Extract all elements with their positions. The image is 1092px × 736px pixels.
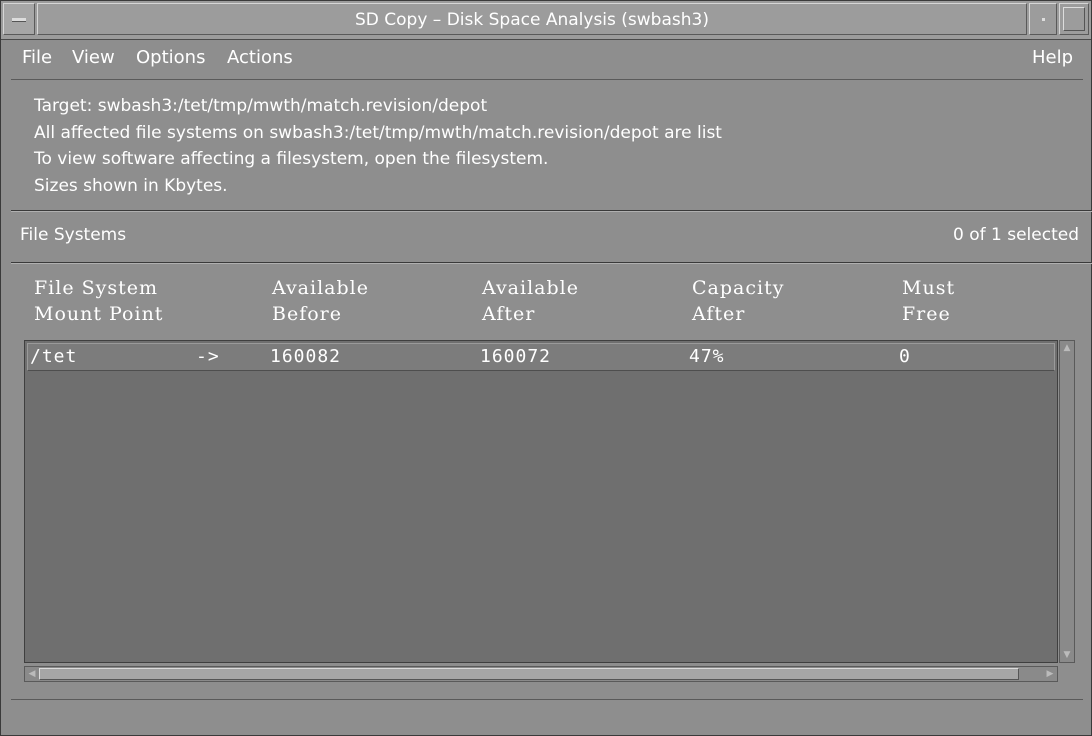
selection-count: 0 of 1 selected xyxy=(953,225,1079,245)
title-bar[interactable]: SD Copy – Disk Space Analysis (swbash3) xyxy=(1,1,1091,40)
units-line: Sizes shown in Kbytes. xyxy=(34,175,228,196)
divider xyxy=(11,210,1092,212)
cell-available-before: 160082 xyxy=(270,346,342,367)
target-line: Target: swbash3:/tet/tmp/mwth/match.revi… xyxy=(34,96,488,116)
window-menu-button[interactable] xyxy=(3,3,35,35)
scroll-up-icon[interactable]: ▲ xyxy=(1061,342,1073,354)
file-systems-list[interactable]: /tet -> 160082 160072 47% 0 xyxy=(24,340,1058,663)
column-header-available-before[interactable]: Available Before xyxy=(272,275,369,327)
menu-options[interactable]: Options xyxy=(136,47,205,68)
menu-help[interactable]: Help xyxy=(1032,47,1073,68)
divider xyxy=(11,262,1092,264)
disk-space-analysis-window: SD Copy – Disk Space Analysis (swbash3) … xyxy=(0,0,1092,736)
cell-available-after: 160072 xyxy=(480,346,552,367)
window-title[interactable]: SD Copy – Disk Space Analysis (swbash3) xyxy=(37,3,1027,35)
column-header-capacity-after[interactable]: Capacity After xyxy=(692,275,784,327)
cell-mount-point: /tet xyxy=(30,346,78,367)
vertical-scrollbar[interactable]: ▲ ▼ xyxy=(1059,340,1075,663)
column-header-available-after[interactable]: Available After xyxy=(482,275,579,327)
menu-file[interactable]: File xyxy=(22,47,52,68)
cell-must-free: 0 xyxy=(899,346,911,367)
file-systems-label: File Systems xyxy=(20,225,127,245)
affected-line: All affected file systems on swbash3:/te… xyxy=(34,122,722,143)
instruction-line: To view software affecting a filesystem,… xyxy=(34,149,549,169)
menu-view[interactable]: View xyxy=(72,47,115,68)
column-header-must-free[interactable]: Must Free xyxy=(902,275,955,327)
maximize-button[interactable] xyxy=(1059,3,1089,35)
scroll-right-icon[interactable]: ▶ xyxy=(1044,668,1056,680)
horizontal-scroll-thumb[interactable] xyxy=(39,668,1019,680)
divider xyxy=(11,699,1083,700)
column-header-mount-point[interactable]: File System Mount Point xyxy=(34,275,163,327)
menu-actions[interactable]: Actions xyxy=(227,47,293,68)
scroll-down-icon[interactable]: ▼ xyxy=(1061,649,1073,661)
window-menu-icon xyxy=(12,18,26,22)
horizontal-scrollbar[interactable]: ◀ ▶ xyxy=(24,666,1058,682)
open-arrow-icon[interactable]: -> xyxy=(196,346,220,367)
maximize-icon xyxy=(1063,7,1085,31)
minimize-icon xyxy=(1042,18,1045,21)
table-row[interactable]: /tet -> 160082 160072 47% 0 xyxy=(27,343,1055,371)
minimize-button[interactable] xyxy=(1029,3,1057,35)
info-panel: Target: swbash3:/tet/tmp/mwth/match.revi… xyxy=(34,93,722,199)
menu-bar: File View Options Actions Help xyxy=(11,41,1083,80)
cell-capacity-after: 47% xyxy=(689,346,725,367)
scroll-left-icon[interactable]: ◀ xyxy=(26,668,38,680)
